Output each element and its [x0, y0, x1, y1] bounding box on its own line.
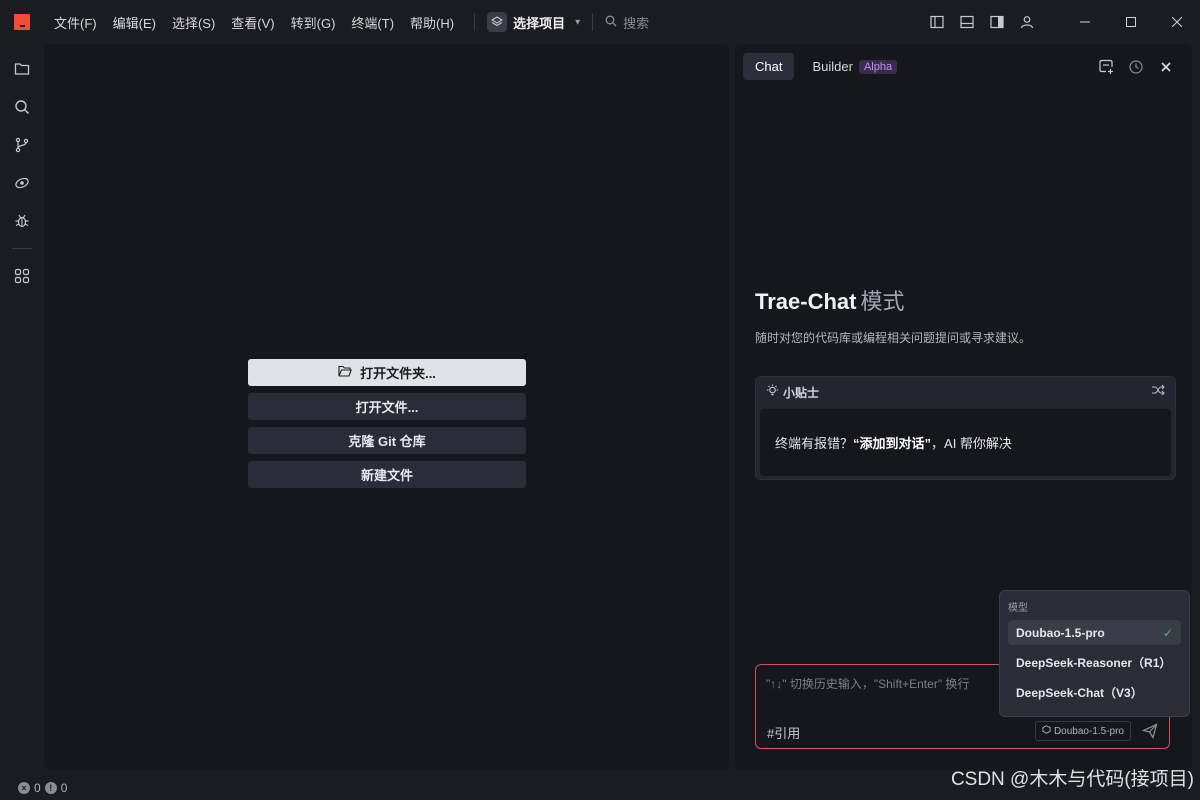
menu-edit[interactable]: 编辑(E): [105, 13, 164, 32]
layers-icon: [487, 12, 508, 32]
minimize-icon[interactable]: [1062, 0, 1108, 44]
folder-open-icon: [338, 365, 353, 380]
welcome-actions: 打开文件夹... 打开文件... 克隆 Git 仓库 新建文件: [248, 359, 526, 495]
tab-builder[interactable]: Builder Alpha: [800, 53, 909, 80]
account-icon[interactable]: [1012, 7, 1042, 37]
chat-title-mode: 模式: [860, 289, 905, 314]
model-option-doubao[interactable]: Doubao-1.5-pro ✓: [1008, 620, 1181, 645]
model-option-label: Doubao-1.5-pro: [1016, 625, 1105, 640]
toggle-secondary-sidebar-icon[interactable]: [982, 7, 1012, 37]
chevron-down-icon: ▾: [575, 16, 581, 28]
search-box[interactable]: 搜索: [605, 13, 649, 32]
error-count[interactable]: 0: [34, 781, 41, 795]
menu-terminal[interactable]: 终端(T): [343, 13, 402, 32]
new-file-label: 新建文件: [360, 468, 413, 483]
tips-text-prefix: 终端有报错？: [775, 436, 854, 451]
model-selector-label: Doubao-1.5-pro: [1053, 725, 1124, 737]
menu-view[interactable]: 查看(V): [223, 13, 282, 32]
tips-card: 小贴士 终端有报错？ “添加到对话” ，AI 帮你解决: [755, 376, 1176, 480]
shuffle-icon[interactable]: [1151, 384, 1165, 399]
title-bar: 文件(F) 编辑(E) 选择(S) 查看(V) 转到(G) 终端(T) 帮助(H…: [0, 0, 1200, 44]
chat-description: 随时对您的代码库或编程相关问题提问或寻求建议。: [755, 331, 1032, 345]
chat-title-main: Trae-Chat: [755, 289, 857, 314]
tips-header: 小贴士: [756, 377, 1175, 407]
menu-file[interactable]: 文件(F): [46, 13, 105, 32]
clone-git-label: 克隆 Git 仓库: [348, 434, 426, 449]
open-folder-label: 打开文件夹...: [360, 366, 436, 381]
model-option-label: DeepSeek-Chat（V3）: [1016, 686, 1143, 700]
history-icon[interactable]: [1126, 57, 1146, 77]
new-file-button[interactable]: 新建文件: [248, 461, 526, 488]
menu-selection[interactable]: 选择(S): [164, 13, 223, 32]
model-option-deepseek-chat[interactable]: DeepSeek-Chat（V3）: [1008, 680, 1181, 705]
watermark: CSDN @木木与代码(接项目): [950, 769, 1194, 790]
debug-icon[interactable]: [6, 205, 38, 237]
title-bar-controls: [922, 0, 1200, 44]
model-option-label: DeepSeek-Reasoner（R1）: [1016, 656, 1172, 670]
tab-chat-label: Chat: [755, 59, 783, 74]
divider: [474, 13, 476, 31]
explorer-icon[interactable]: [6, 53, 38, 85]
editor-area: 打开文件夹... 打开文件... 克隆 Git 仓库 新建文件: [44, 44, 729, 770]
project-selector[interactable]: 选择项目 ▾: [487, 12, 580, 32]
project-label: 选择项目: [513, 15, 566, 31]
open-file-button[interactable]: 打开文件...: [248, 393, 526, 420]
menu-go[interactable]: 转到(G): [283, 13, 344, 32]
lightbulb-icon: [766, 384, 779, 400]
model-selector[interactable]: Doubao-1.5-pro: [1034, 721, 1131, 741]
remote-explorer-icon[interactable]: [6, 167, 38, 199]
model-option-deepseek-reasoner[interactable]: DeepSeek-Reasoner（R1）: [1008, 650, 1181, 675]
menu-help[interactable]: 帮助(H): [402, 13, 462, 32]
close-icon[interactable]: [1156, 57, 1176, 77]
extensions-icon[interactable]: [6, 260, 38, 292]
warning-count[interactable]: 0: [61, 781, 68, 795]
search-icon[interactable]: [6, 91, 38, 123]
source-control-icon[interactable]: [6, 129, 38, 161]
tab-builder-label: Builder: [812, 59, 853, 74]
new-chat-icon[interactable]: [1096, 57, 1116, 77]
tab-chat[interactable]: Chat: [743, 53, 795, 80]
open-folder-button[interactable]: 打开文件夹...: [248, 359, 526, 386]
tips-content: 终端有报错？ “添加到对话” ，AI 帮你解决: [760, 409, 1171, 476]
search-label: 搜索: [623, 15, 650, 31]
toggle-panel-icon[interactable]: [952, 7, 982, 37]
chat-title: Trae-Chat 模式: [755, 284, 905, 316]
close-icon[interactable]: [1154, 0, 1200, 44]
search-icon: [605, 15, 617, 30]
model-dropdown: 模型 Doubao-1.5-pro ✓ DeepSeek-Reasoner（R1…: [999, 590, 1190, 717]
activity-divider: [12, 248, 32, 249]
tips-title: 小贴士: [783, 385, 820, 400]
model-dropdown-title: 模型: [1008, 603, 1028, 614]
error-icon[interactable]: ×: [18, 782, 30, 794]
alpha-badge: Alpha: [858, 59, 898, 74]
check-icon: ✓: [1162, 625, 1173, 640]
reference-button[interactable]: #引用: [767, 723, 800, 742]
maximize-icon[interactable]: [1108, 0, 1154, 44]
tips-text-suffix: ，AI 帮你解决: [931, 436, 1012, 451]
activity-bar: [0, 44, 44, 776]
cube-icon: [1042, 725, 1051, 737]
app-logo: [14, 14, 30, 30]
send-icon[interactable]: [1140, 721, 1160, 741]
clone-git-button[interactable]: 克隆 Git 仓库: [248, 427, 526, 454]
open-file-label: 打开文件...: [355, 400, 419, 415]
chat-actions: [1096, 57, 1176, 77]
chat-tabs: Chat Builder Alpha: [743, 53, 909, 80]
chat-input-placeholder: "↑↓" 切换历史输入，"Shift+Enter" 换行: [766, 677, 970, 691]
divider: [592, 13, 594, 31]
menu-bar: 文件(F) 编辑(E) 选择(S) 查看(V) 转到(G) 终端(T) 帮助(H…: [46, 13, 462, 32]
tips-text-action[interactable]: “添加到对话”: [853, 433, 931, 452]
warning-icon[interactable]: !: [44, 782, 57, 794]
toggle-sidebar-icon[interactable]: [922, 7, 952, 37]
